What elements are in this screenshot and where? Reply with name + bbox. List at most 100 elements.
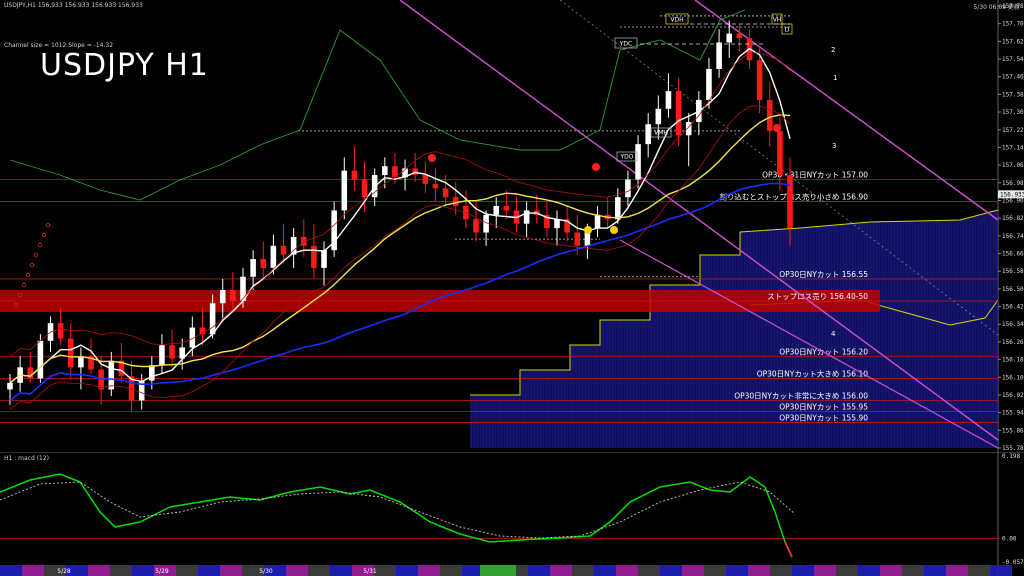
candle — [716, 29, 722, 78]
candle-body — [321, 250, 327, 268]
candle-body — [250, 259, 256, 277]
sar-dot — [25, 272, 31, 278]
candle-body — [57, 323, 64, 339]
price-tick-label: 156.745 — [1002, 233, 1024, 240]
candle — [351, 146, 358, 191]
session-bar — [220, 565, 242, 576]
price-tick-label: 157.385 — [1002, 91, 1024, 98]
price-tick-label: 156.905 — [1002, 197, 1024, 204]
channel-number: 3 — [832, 142, 836, 150]
sar-dot — [45, 222, 51, 228]
session-bar — [748, 565, 770, 576]
session-bar — [682, 565, 704, 576]
price-tick-label: 157.785 — [1002, 3, 1024, 10]
candle-body — [219, 289, 226, 304]
level-label: OP30日NYカット非常に大きめ 156.00 — [734, 390, 868, 400]
session-bar — [330, 565, 352, 576]
price-tick-label: 156.825 — [1002, 215, 1024, 222]
candle — [736, 24, 743, 52]
candle — [260, 241, 267, 279]
candle — [412, 152, 418, 182]
signal-mark — [584, 226, 592, 234]
macd-tick-label: 0.198 — [1002, 453, 1020, 460]
candle — [88, 338, 94, 374]
price-tick-label: 157.065 — [1002, 162, 1024, 169]
candle-body — [574, 232, 581, 246]
level-box: VDH — [665, 13, 689, 25]
session-highlight — [480, 565, 516, 576]
session-bar — [528, 565, 550, 576]
candle-body — [452, 197, 459, 207]
session-bar — [198, 565, 220, 576]
session-bar — [308, 565, 330, 576]
level-box-label: VH — [773, 17, 782, 24]
candle-body — [726, 33, 733, 43]
level-box-label: D — [785, 27, 790, 34]
candle-body — [341, 170, 348, 211]
session-bar — [770, 565, 792, 576]
candle-body — [503, 206, 510, 211]
candle — [432, 168, 439, 202]
session-bar — [638, 565, 660, 576]
price-chart[interactable]: 157.785 157.705 157.625 157.545 157.465 157.3… — [0, 0, 1024, 452]
candle-body — [108, 360, 115, 390]
candle-body — [787, 175, 793, 229]
channel-number: 2 — [831, 46, 835, 54]
candle-body — [260, 259, 267, 268]
session-bar — [550, 565, 572, 576]
candle — [685, 113, 692, 167]
session-bar — [286, 565, 308, 576]
price-tick-label: 157.625 — [1002, 38, 1024, 45]
session-bar — [660, 565, 682, 576]
candle-body — [594, 214, 601, 229]
signal-mark — [428, 154, 436, 162]
candle — [199, 307, 206, 346]
date-label: 5/30 — [259, 568, 273, 575]
level-box-label: VMH — [654, 130, 668, 137]
price-tick-label: 155.785 — [1002, 445, 1024, 452]
price-tick-label: 157.145 — [1002, 144, 1024, 151]
session-bar — [88, 565, 110, 576]
price-tick-label: 157.705 — [1002, 21, 1024, 28]
signal-mark — [610, 226, 618, 234]
candle-body — [766, 99, 773, 131]
macd-tick-label: -0.057 — [1002, 559, 1024, 566]
sar-dot — [29, 262, 35, 268]
price-tick-label: 156.105 — [1002, 374, 1024, 381]
price-tick-label: 156.665 — [1002, 251, 1024, 258]
session-bar — [880, 565, 902, 576]
candle-body — [169, 345, 175, 359]
session-bar — [572, 565, 594, 576]
candle-body — [665, 91, 672, 109]
macd-panel[interactable]: 0.198 0.00 -0.057 5/28 5/29 5/30 5/31 — [0, 452, 1024, 576]
session-bar — [616, 565, 638, 576]
level-label: 割り込むとストップロス売り小さめ 156.90 — [719, 192, 868, 202]
candle-body — [675, 91, 682, 136]
session-bar — [418, 565, 440, 576]
session-bar — [968, 565, 990, 576]
session-bar — [902, 565, 924, 576]
session-bar — [110, 565, 132, 576]
candle — [219, 278, 226, 321]
candle-body — [351, 170, 358, 180]
signal-mark — [592, 163, 600, 171]
candle — [37, 334, 44, 383]
candle — [402, 159, 408, 191]
candle — [108, 351, 115, 397]
candle-body — [645, 124, 651, 145]
price-tick-label: 156.505 — [1002, 286, 1024, 293]
macd-line-tail — [784, 541, 793, 558]
sar-dot — [21, 282, 27, 288]
candle-body — [230, 289, 236, 302]
level-label: OP30日NYカット 155.95 — [779, 403, 868, 412]
candle — [554, 210, 560, 246]
session-bar — [924, 565, 946, 576]
candle — [463, 190, 469, 229]
price-tick-label: 156.425 — [1002, 304, 1024, 311]
price-tick-label: 156.985 — [1002, 180, 1024, 187]
level-box: YDO — [616, 151, 638, 162]
candle-body — [432, 183, 439, 189]
channel-number: 4 — [831, 330, 836, 338]
candle-body — [280, 245, 287, 255]
price-tick-label: 156.265 — [1002, 339, 1024, 346]
